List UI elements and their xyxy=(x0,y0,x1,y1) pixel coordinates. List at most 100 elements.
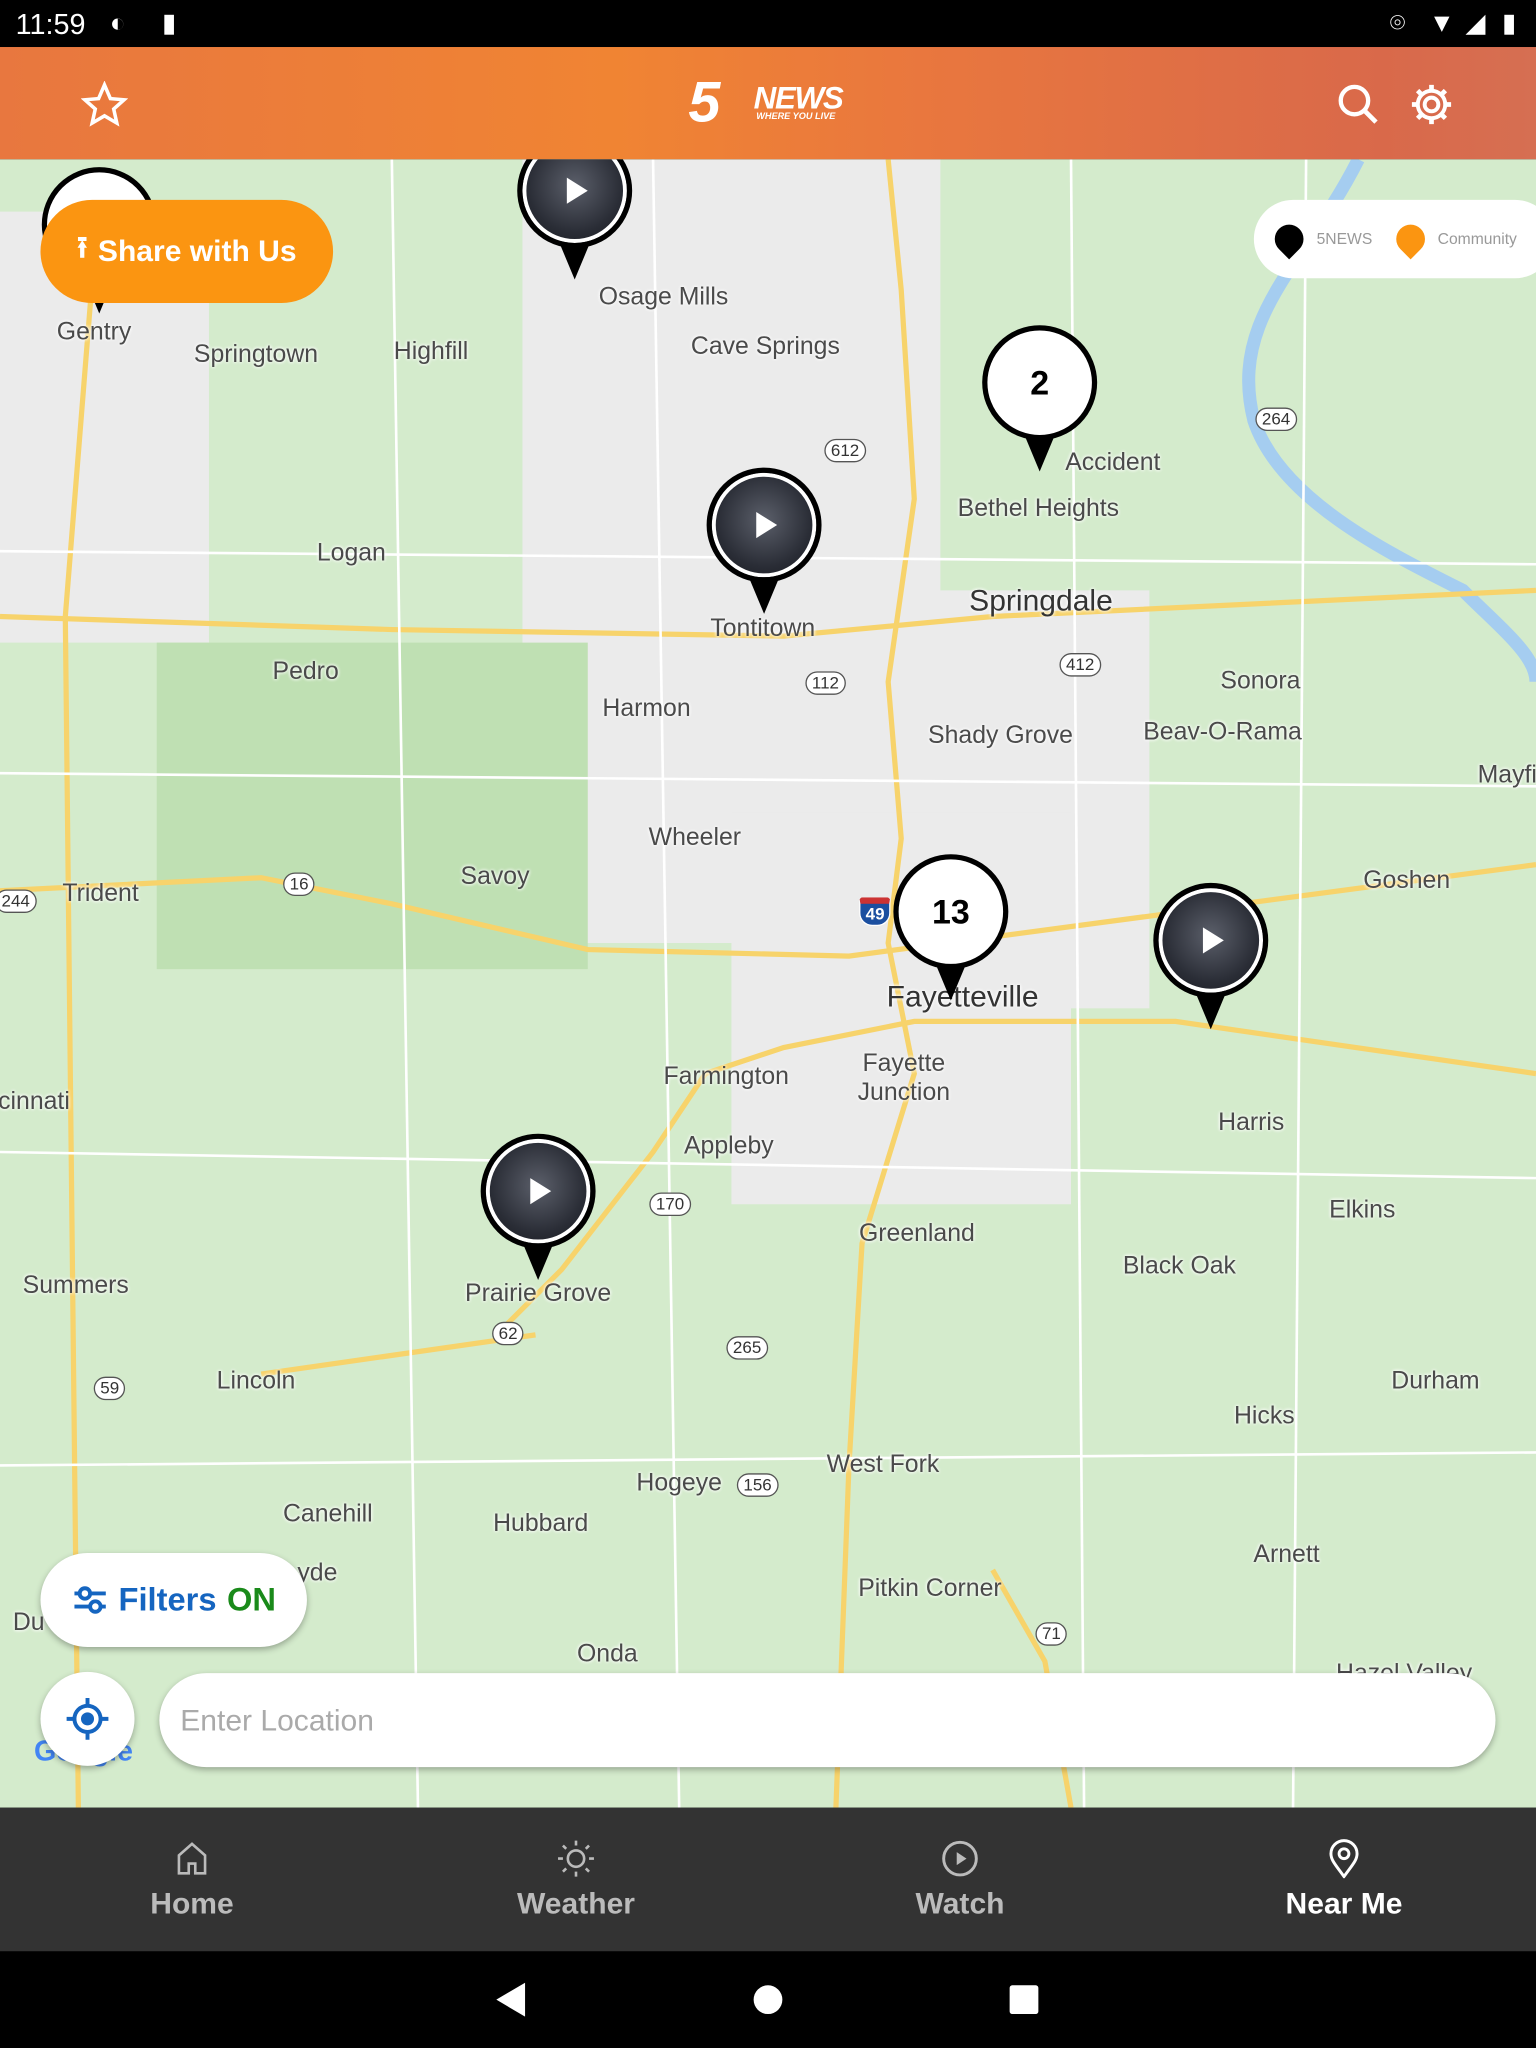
place-label: Lincoln xyxy=(216,1367,296,1395)
location-pin-icon xyxy=(1329,1838,1359,1878)
place-label: Logan xyxy=(316,539,386,567)
highway-shield: 156 xyxy=(736,1473,779,1497)
logo-five: 5 xyxy=(688,70,721,135)
highway-shield: 264 xyxy=(1255,407,1297,432)
place-label: Pitkin Corner xyxy=(858,1575,1002,1603)
wifi-icon: ▼ xyxy=(1428,9,1455,38)
nav-home[interactable]: Home xyxy=(0,1808,384,1952)
nav-label: Watch xyxy=(915,1885,1005,1920)
status-bar: 11:59 ◐ ▮ ⌾ ▼ ◢ ▮ xyxy=(0,0,1536,48)
place-label: Bethel Heights xyxy=(957,495,1120,523)
place-label: Pedro xyxy=(272,658,339,686)
highway-shield: 62 xyxy=(492,1321,525,1346)
sun-icon xyxy=(558,1839,594,1876)
highway-shield: 412 xyxy=(1059,653,1101,677)
map-legend: 5NEWS Community xyxy=(1253,199,1536,279)
nav-label: Weather xyxy=(516,1885,635,1920)
place-label: Hogeye xyxy=(636,1469,722,1497)
highway-shield: 71 xyxy=(1035,1622,1068,1646)
legend-label: 5NEWS xyxy=(1316,229,1373,249)
filters-label: Filters xyxy=(118,1581,217,1618)
back-icon[interactable] xyxy=(494,1980,528,2019)
cluster-pin[interactable]: 13 xyxy=(893,854,1009,1001)
notification-icon: ◐ xyxy=(109,9,126,38)
video-pin[interactable] xyxy=(706,467,822,614)
nav-label: Near Me xyxy=(1285,1885,1403,1920)
nav-weather[interactable]: Weather xyxy=(384,1808,768,1952)
play-icon xyxy=(1202,927,1224,954)
highway-shield: 265 xyxy=(726,1336,768,1360)
signal-icon: ◢ xyxy=(1465,9,1486,38)
place-label: Springtown xyxy=(193,340,319,369)
highway-shield: 170 xyxy=(649,1192,691,1216)
battery-icon: ▮ xyxy=(1502,9,1517,38)
place-label: Hicks xyxy=(1233,1402,1295,1431)
place-label: Cave Springs xyxy=(690,333,840,361)
play-circle-icon xyxy=(942,1840,978,1876)
interstate-shield: 49 xyxy=(859,897,892,927)
place-label: West Fork xyxy=(826,1451,940,1479)
highway-shield: 59 xyxy=(93,1376,126,1401)
place-label: Shady Grove xyxy=(928,722,1073,750)
place-label: Beav-O-Rama xyxy=(1143,718,1302,746)
place-label: Harris xyxy=(1218,1108,1285,1137)
place-label: cinnati xyxy=(0,1087,70,1116)
highway-shield: 16 xyxy=(283,872,316,896)
filters-state: ON xyxy=(226,1581,276,1618)
nav-watch[interactable]: Watch xyxy=(768,1808,1152,1952)
status-time: 11:59 xyxy=(15,7,86,41)
search-icon[interactable] xyxy=(1335,81,1382,128)
place-label: Junction xyxy=(857,1078,951,1107)
place-label: Harmon xyxy=(602,694,691,723)
share-label: Share with Us xyxy=(97,233,297,268)
my-location-button[interactable] xyxy=(40,1671,135,1766)
location-icon: ⌾ xyxy=(1389,9,1406,38)
place-label: Prairie Grove xyxy=(465,1279,612,1308)
place-label: Durham xyxy=(1391,1367,1480,1395)
place-label: Trident xyxy=(62,880,139,908)
place-label: Savoy xyxy=(460,863,530,891)
video-pin[interactable] xyxy=(480,1133,596,1280)
recents-icon[interactable] xyxy=(1008,1984,1039,2015)
place-label: Hubbard xyxy=(493,1509,589,1538)
video-pin[interactable] xyxy=(517,159,633,280)
upload-icon: ⭱ xyxy=(76,229,88,264)
place-label: Arnett xyxy=(1253,1541,1320,1569)
filters-button[interactable]: Filters ON xyxy=(40,1552,307,1648)
place-label: Summers xyxy=(22,1272,129,1300)
place-label: Gentry xyxy=(56,318,132,347)
place-label: Onda xyxy=(576,1640,638,1668)
place-label: Mayfi xyxy=(1477,761,1536,789)
home-icon xyxy=(177,1841,207,1874)
place-label: Osage Mills xyxy=(598,283,729,311)
home-circle-icon[interactable] xyxy=(752,1984,783,2015)
play-icon xyxy=(756,511,778,539)
highway-shield: 112 xyxy=(805,671,846,695)
place-label: Springdale xyxy=(969,583,1113,618)
location-input[interactable] xyxy=(159,1673,1496,1768)
place-label: Black Oak xyxy=(1122,1252,1236,1280)
bottom-nav: Home Weather Watch Near Me xyxy=(0,1807,1536,1952)
gear-icon[interactable] xyxy=(1408,81,1455,128)
logo-tagline: WHERE YOU LIVE xyxy=(756,112,836,122)
place-label: Fayette xyxy=(862,1050,946,1078)
crosshair-icon xyxy=(66,1697,109,1740)
legend-label: Community xyxy=(1437,229,1517,249)
video-pin[interactable] xyxy=(1153,882,1269,1030)
cluster-pin[interactable]: 2 xyxy=(982,325,1098,472)
nav-label: Home xyxy=(150,1885,234,1920)
community-pin-icon xyxy=(1389,218,1431,260)
place-label: Du xyxy=(12,1609,45,1637)
app-header: 5 NEWS WHERE YOU LIVE xyxy=(0,47,1536,160)
place-label: Elkins xyxy=(1329,1196,1396,1224)
sd-card-icon: ▮ xyxy=(161,9,177,38)
play-icon xyxy=(566,177,588,204)
place-label: Appleby xyxy=(683,1132,774,1160)
share-with-us-button[interactable]: ⭱ Share with Us xyxy=(40,199,334,304)
nav-near-me[interactable]: Near Me xyxy=(1152,1808,1536,1952)
place-label: Tontitown xyxy=(710,615,816,643)
cluster-count: 13 xyxy=(893,854,1009,970)
highway-shield: 612 xyxy=(824,438,866,463)
system-nav-bar xyxy=(0,1951,1536,2048)
star-icon[interactable] xyxy=(80,80,128,128)
